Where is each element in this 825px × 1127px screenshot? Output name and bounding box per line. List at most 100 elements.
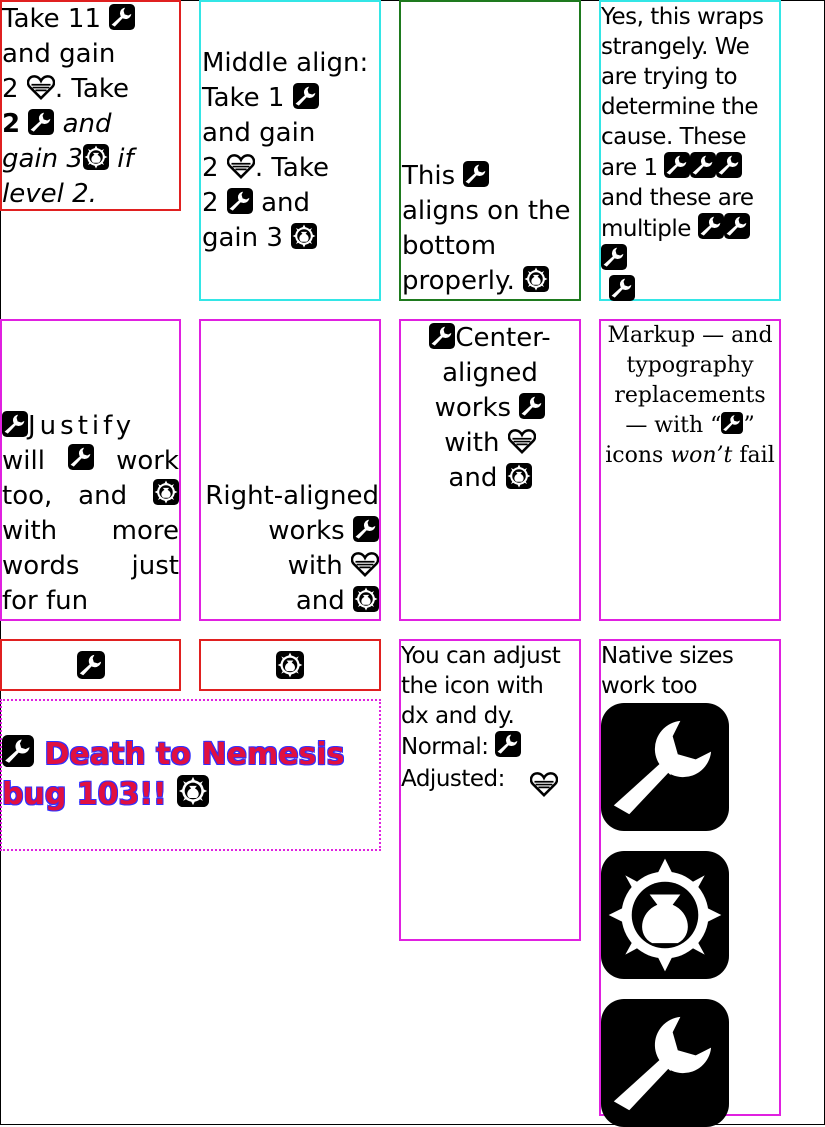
wrench-icon <box>609 275 635 301</box>
wrench-icon <box>2 735 34 767</box>
text: the icon with <box>401 673 544 699</box>
text: . Take <box>254 152 329 183</box>
box-wrap-issue: Yes, this wraps strangely. We are trying… <box>599 0 781 301</box>
text: Right-aligned <box>205 481 379 511</box>
coin-bag-icon <box>353 586 379 612</box>
text: Adjusted: <box>401 766 505 792</box>
text: dx and dy. <box>401 703 515 729</box>
wrench-icon <box>601 703 729 831</box>
box-styled-text: Death to Nemesis bug 103!! <box>0 699 381 851</box>
text: Yes, this wraps <box>601 4 764 30</box>
wrench-icon <box>293 83 319 109</box>
text: multiple <box>601 216 691 242</box>
text: aligns on the <box>402 196 571 226</box>
text: You can adjust <box>401 643 561 669</box>
wrench-icon <box>2 411 28 437</box>
wrench-icon <box>429 323 455 349</box>
text: gain 3 <box>202 222 283 253</box>
coin-bag-icon <box>523 266 549 292</box>
text: more <box>111 516 179 546</box>
wrench-icon <box>716 152 742 178</box>
text: and <box>295 586 345 616</box>
wrench-icon <box>68 444 94 470</box>
text: Center- <box>455 323 551 353</box>
box-justify: Justify will work too, and with more words j… <box>0 319 181 621</box>
text: will <box>2 446 45 476</box>
wrench-icon <box>463 161 489 187</box>
coin-bag-icon <box>177 775 209 807</box>
text: Native sizes <box>601 643 734 669</box>
box-right-align: Right-aligned works with and <box>199 319 381 621</box>
text: Normal: <box>401 734 489 760</box>
text: — with “ <box>625 413 722 438</box>
text: Take 1 <box>202 82 285 113</box>
wrench-icon <box>77 651 105 679</box>
text: properly. <box>402 266 515 296</box>
coin-bag-icon <box>153 479 179 505</box>
text: and <box>78 481 128 511</box>
wrench-icon <box>227 188 253 214</box>
text: . Take <box>54 74 129 104</box>
wrench-icon <box>495 731 521 757</box>
text: with <box>444 428 500 458</box>
text: Justify <box>28 411 136 441</box>
box-middle-align: Middle align: Take 1 and gain 2 . Take 2… <box>199 0 381 301</box>
text: Take 11 <box>2 4 101 34</box>
italic-text: level 2. <box>2 179 97 209</box>
coin-bag-icon <box>291 223 317 249</box>
wrench-icon <box>28 109 54 135</box>
box-bottom-align: This aligns on the bottom properly. <box>399 0 581 301</box>
text: are trying to <box>601 64 738 90</box>
box-icon-only-wrench <box>0 639 181 691</box>
box-top-align: Take 11 and gain 2 . Take 2 and gain 3 i… <box>0 0 181 211</box>
text: Middle align: <box>202 47 369 78</box>
italic-text: gain 3 <box>2 144 83 174</box>
box-icon-only-coin <box>199 639 381 691</box>
coin-bag-icon <box>276 651 304 679</box>
wrench-icon <box>601 999 729 1127</box>
coin-bag-icon <box>601 851 729 979</box>
box-native-sizes: Native sizes work too <box>599 639 781 1116</box>
bold-text: 2 <box>2 109 21 139</box>
italic-text: if <box>117 144 134 174</box>
text: 2 <box>2 74 19 104</box>
headline-text: Death to Nemesis <box>44 737 345 772</box>
text: with <box>287 551 343 581</box>
heart-icon <box>508 427 536 455</box>
text: with <box>2 516 58 546</box>
text: icons <box>605 443 664 468</box>
text: for fun <box>2 586 89 616</box>
coin-bag-icon <box>83 144 109 170</box>
wrench-icon <box>664 152 690 178</box>
text: works <box>434 393 512 423</box>
wrench-icon <box>519 393 545 419</box>
text: fail <box>739 443 775 468</box>
wrench-icon <box>698 213 724 239</box>
italic-text: won’t <box>670 443 733 468</box>
heart-icon <box>351 550 379 578</box>
text: Markup — and <box>607 323 773 348</box>
wrench-icon <box>109 4 135 30</box>
text: and <box>261 187 310 218</box>
text: work too <box>601 673 698 699</box>
italic-text: and <box>62 109 112 139</box>
text: typography <box>626 353 754 378</box>
text: replacements <box>614 383 766 408</box>
text: works <box>268 516 345 546</box>
text: cause. These <box>601 124 746 150</box>
text: just <box>131 551 179 581</box>
heart-icon <box>27 73 55 101</box>
text: and gain <box>202 117 316 148</box>
text: bottom <box>402 231 497 261</box>
wrench-icon <box>724 213 750 239</box>
text: aligned <box>442 358 538 388</box>
wrench-icon <box>601 244 627 270</box>
heart-icon <box>227 152 255 180</box>
wrench-icon <box>721 412 743 434</box>
box-center-align: Center- aligned works with and <box>399 319 581 621</box>
heart-icon <box>530 770 558 798</box>
text: determine the <box>601 94 759 120</box>
text: 2 <box>202 187 219 218</box>
text: ” <box>743 413 755 438</box>
text: too, <box>2 481 53 511</box>
